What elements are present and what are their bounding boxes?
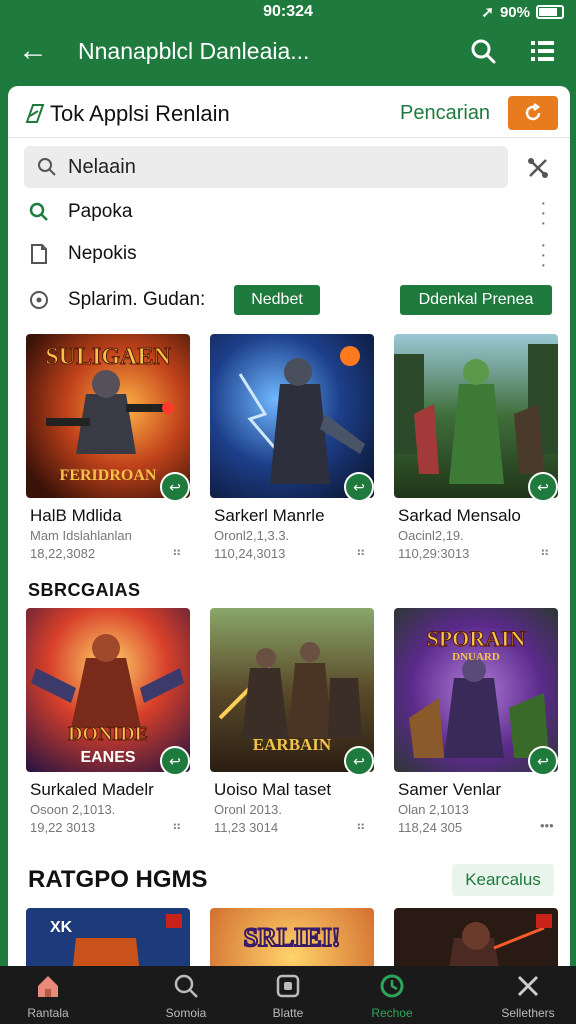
crossed-tools-icon[interactable] xyxy=(526,156,550,180)
game-title: Uoiso Mal taset xyxy=(214,780,332,799)
more-icon[interactable]: ⠶ xyxy=(356,818,366,834)
more-vert-icon[interactable]: · · · xyxy=(540,193,547,233)
sheet-title: Tok Applsi Renlain xyxy=(50,101,230,126)
game-thumbnail xyxy=(394,908,558,970)
location-icon: ➚ xyxy=(481,4,494,21)
search-icon[interactable] xyxy=(468,36,498,66)
nav-library[interactable]: Blatte xyxy=(240,966,336,1024)
game-thumbnail: SPORAIN DNUARD xyxy=(394,608,558,772)
more-vert-icon[interactable]: · · · xyxy=(540,235,547,275)
more-icon[interactable]: ⠶ xyxy=(172,818,182,834)
search-bar xyxy=(24,146,508,188)
svg-text:XK: XK xyxy=(50,919,73,936)
location-pin-icon xyxy=(30,291,48,309)
file-icon xyxy=(31,244,47,264)
search-icon xyxy=(38,158,56,176)
game-title: Sarkad Mensalo xyxy=(398,506,521,525)
more-icon[interactable]: ⠶ xyxy=(356,544,366,560)
game-thumbnail: SULIGAEN FERIDROAN xyxy=(26,334,190,498)
game-title: HalB Mdlida xyxy=(30,506,122,525)
game-meta: 110,24,3013 xyxy=(214,546,286,561)
game-subtitle: Olan 2,1013 xyxy=(398,802,469,817)
section-title: RATGPO HGMS xyxy=(28,866,208,893)
nav-home[interactable]: Rantala xyxy=(0,966,96,1024)
game-meta: 19,22 3013 xyxy=(30,820,96,835)
nav-label: Somoia xyxy=(165,1006,207,1020)
game-title: Samer Venlar xyxy=(398,780,501,799)
game-title: Surkaled Madelr xyxy=(30,780,154,799)
list-item[interactable]: Nepokis · · · xyxy=(8,234,570,275)
nav-search[interactable]: Somoia xyxy=(138,966,234,1024)
refresh-icon xyxy=(525,103,541,121)
nav-label: Blatte xyxy=(272,1006,304,1020)
download-icon[interactable]: ↩ xyxy=(160,472,190,502)
bottom-nav: Rantala Somoia Blatte Rechoe Sellethers xyxy=(0,966,576,1024)
download-icon[interactable]: ↩ xyxy=(528,472,558,502)
back-arrow-icon[interactable]: ← xyxy=(18,36,48,66)
list-item-label: Papoka xyxy=(68,201,133,222)
store-logo-icon xyxy=(25,104,45,123)
more-icon[interactable]: ⠶ xyxy=(172,544,182,560)
svg-text:SULIGAEN: SULIGAEN xyxy=(45,344,171,370)
nav-label: Rechoe xyxy=(371,1006,413,1020)
svg-text:DONIDE: DONIDE xyxy=(68,723,148,745)
game-subtitle: Oronl 2013. xyxy=(214,802,282,817)
svg-text:EANES: EANES xyxy=(80,749,135,766)
game-thumbnail xyxy=(210,334,374,498)
nav-label: Sellethers xyxy=(501,1006,555,1020)
game-meta: 18,22,3082 xyxy=(30,546,96,561)
nav-more[interactable]: Sellethers xyxy=(480,966,576,1024)
crossed-tools-icon xyxy=(517,975,539,997)
list-item[interactable]: Papoka · · · xyxy=(8,192,570,233)
refresh-button[interactable] xyxy=(508,96,558,130)
game-meta: 118,24 305 xyxy=(398,820,463,835)
download-icon[interactable]: ↩ xyxy=(160,746,190,776)
game-subtitle: Oacinl2,19. xyxy=(398,528,464,543)
see-all-button[interactable]: Kearcalus xyxy=(452,864,554,896)
search-icon xyxy=(29,202,48,221)
square-icon xyxy=(276,974,300,998)
more-icon[interactable]: ⠶ xyxy=(540,544,550,560)
app-bar: ← Nnanapblcl Danleaia... xyxy=(0,26,576,86)
sheet-header: Tok Applsi Renlain Pencarian xyxy=(8,86,570,138)
filter-label: Splarim. Gudan: xyxy=(68,289,206,310)
download-icon[interactable]: ↩ xyxy=(344,746,374,776)
game-meta: 110,29:3013 xyxy=(398,546,470,561)
battery-percent: 90% xyxy=(499,3,530,21)
section-title: SBRCGAIAS xyxy=(28,580,141,600)
game-thumbnail xyxy=(394,334,558,498)
svg-text:FERIDROAN: FERIDROAN xyxy=(60,467,157,484)
svg-text:SPORAIN: SPORAIN xyxy=(426,626,525,651)
nav-label: Rantala xyxy=(27,1006,69,1020)
game-subtitle: Osoon 2,1013. xyxy=(30,802,116,817)
game-title: Sarkerl Manrle xyxy=(214,506,325,525)
download-icon[interactable]: ↩ xyxy=(344,472,374,502)
game-thumbnail: SRLIEI! xyxy=(210,908,374,970)
content-sheet: Tok Applsi Renlain Pencarian Papoka ··· xyxy=(8,86,570,970)
game-meta: 11,23 3014 xyxy=(214,820,279,835)
svg-text:EARBAIN: EARBAIN xyxy=(253,735,332,754)
search-icon xyxy=(174,974,198,998)
refresh-icon xyxy=(380,974,404,998)
game-thumbnail: DONIDE EANES xyxy=(26,608,190,772)
more-icon[interactable]: ••• xyxy=(540,818,554,833)
list-item-label: Nepokis xyxy=(68,243,137,264)
svg-text:SRLIEI!: SRLIEI! xyxy=(244,923,341,952)
battery-icon xyxy=(536,5,564,19)
game-thumbnail: EARBAIN xyxy=(210,608,374,772)
app-title: Nnanapblcl Danleaia... xyxy=(78,38,310,64)
search-link[interactable]: Pencarian xyxy=(400,102,490,125)
filter-chip-1[interactable]: Nedbet xyxy=(234,285,320,315)
home-icon xyxy=(38,976,58,997)
game-thumbnail: XK xyxy=(26,908,190,970)
status-bar: 90:324 ➚ 90% xyxy=(0,0,576,26)
download-icon[interactable]: ↩ xyxy=(528,746,558,776)
search-input[interactable] xyxy=(68,154,488,180)
filter-chip-2[interactable]: Ddenkal Prenea xyxy=(400,285,552,315)
nav-recent[interactable]: Rechoe xyxy=(344,966,440,1024)
game-subtitle: Oronl2,1,3.3. xyxy=(214,528,290,543)
menu-grid-icon[interactable] xyxy=(528,36,558,66)
game-subtitle: Mam Idslahlanlan xyxy=(30,528,132,543)
svg-text:DNUARD: DNUARD xyxy=(452,651,500,663)
